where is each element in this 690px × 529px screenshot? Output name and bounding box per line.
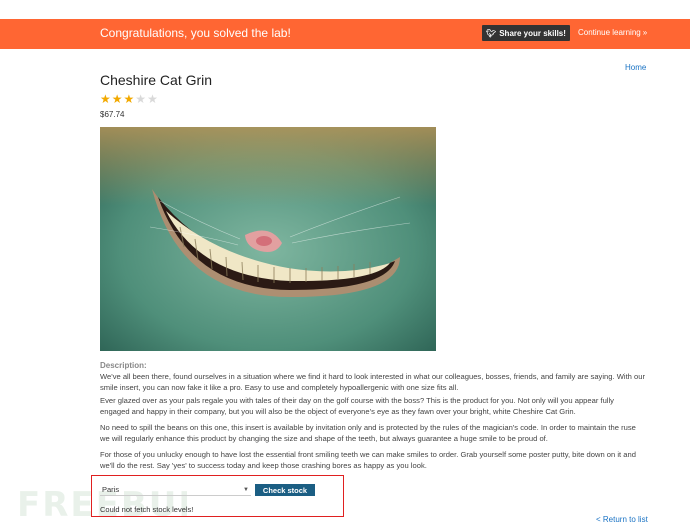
home-link[interactable]: Home: [625, 63, 646, 72]
product-price: $67.74: [100, 110, 125, 119]
star-icon: ★: [111, 92, 123, 106]
product-rating: ★ ★ ★ ★ ★: [100, 93, 158, 105]
lab-status-banner: Congratulations, you solved the lab! 🐦︎ …: [0, 19, 690, 49]
star-icon: ★: [135, 92, 147, 106]
product-title: Cheshire Cat Grin: [100, 72, 213, 88]
description-paragraph: We've all been there, found ourselves in…: [100, 372, 645, 392]
continue-learning-link[interactable]: Continue learning»: [578, 28, 647, 37]
check-stock-button[interactable]: Check stock: [255, 484, 315, 496]
star-icon: ★: [100, 92, 111, 106]
star-icon: ★: [147, 92, 158, 106]
description-label: Description:: [100, 361, 147, 370]
banner-message: Congratulations, you solved the lab!: [100, 26, 291, 40]
continue-learning-label: Continue learning: [578, 28, 641, 37]
return-to-list-link[interactable]: < Return to list: [596, 515, 648, 524]
description-paragraph: No need to spill the beans on this one, …: [100, 423, 636, 443]
chevron-down-icon: ▼: [243, 486, 249, 493]
store-select-value: Paris: [102, 485, 120, 494]
stock-status-message: Could not fetch stock levels!: [100, 505, 194, 514]
share-skills-button[interactable]: 🐦︎ Share your skills!: [482, 25, 570, 41]
description-paragraph: Ever glazed over as your pals regale you…: [100, 396, 614, 416]
product-image: [100, 127, 436, 351]
cheshire-grin-image: [100, 127, 436, 351]
star-icon: ★: [123, 92, 135, 106]
twitter-icon: 🐦︎: [486, 28, 497, 38]
share-skills-label: Share your skills!: [499, 28, 566, 38]
double-chevron-right-icon: »: [642, 28, 648, 37]
store-select[interactable]: Paris ▼: [100, 484, 251, 496]
description-paragraph: For those of you unlucky enough to have …: [100, 450, 636, 470]
